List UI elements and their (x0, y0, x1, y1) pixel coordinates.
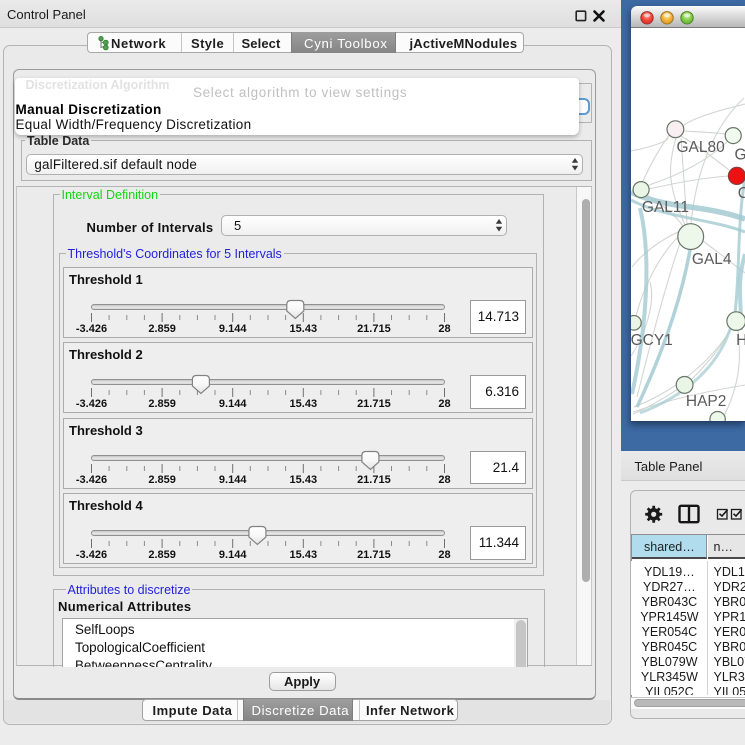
svg-text:GCY1: GCY1 (631, 332, 673, 349)
svg-text:9.144: 9.144 (218, 323, 246, 335)
svg-text:H: H (736, 332, 745, 349)
svg-text:9.144: 9.144 (218, 549, 246, 561)
svg-text:28: 28 (438, 398, 450, 410)
svg-text:-3.426: -3.426 (75, 323, 106, 335)
svg-text:2.859: 2.859 (148, 398, 176, 410)
svg-text:2.859: 2.859 (148, 323, 176, 335)
svg-text:GA: GA (735, 147, 745, 164)
svg-text:2.859: 2.859 (148, 549, 176, 561)
svg-text:28: 28 (438, 323, 450, 335)
svg-text:GAL80: GAL80 (677, 139, 726, 156)
svg-text:HAP2: HAP2 (686, 393, 727, 410)
svg-text:15.43: 15.43 (289, 474, 317, 486)
svg-text:28: 28 (438, 474, 450, 486)
svg-text:2.859: 2.859 (148, 474, 176, 486)
svg-text:21.715: 21.715 (357, 323, 391, 335)
svg-text:9.144: 9.144 (218, 398, 246, 410)
svg-text:21.715: 21.715 (357, 474, 391, 486)
svg-text:C: C (738, 185, 745, 202)
svg-text:-3.426: -3.426 (75, 398, 106, 410)
svg-text:21.715: 21.715 (357, 549, 391, 561)
svg-text:-3.426: -3.426 (75, 474, 106, 486)
svg-text:GAL11: GAL11 (642, 199, 689, 216)
svg-text:15.43: 15.43 (289, 323, 317, 335)
svg-text:GAL4: GAL4 (692, 251, 732, 268)
svg-text:21.715: 21.715 (357, 398, 391, 410)
svg-text:15.43: 15.43 (289, 549, 317, 561)
svg-text:-3.426: -3.426 (75, 549, 106, 561)
svg-text:28: 28 (438, 549, 450, 561)
svg-text:9.144: 9.144 (218, 474, 246, 486)
svg-text:15.43: 15.43 (289, 398, 317, 410)
